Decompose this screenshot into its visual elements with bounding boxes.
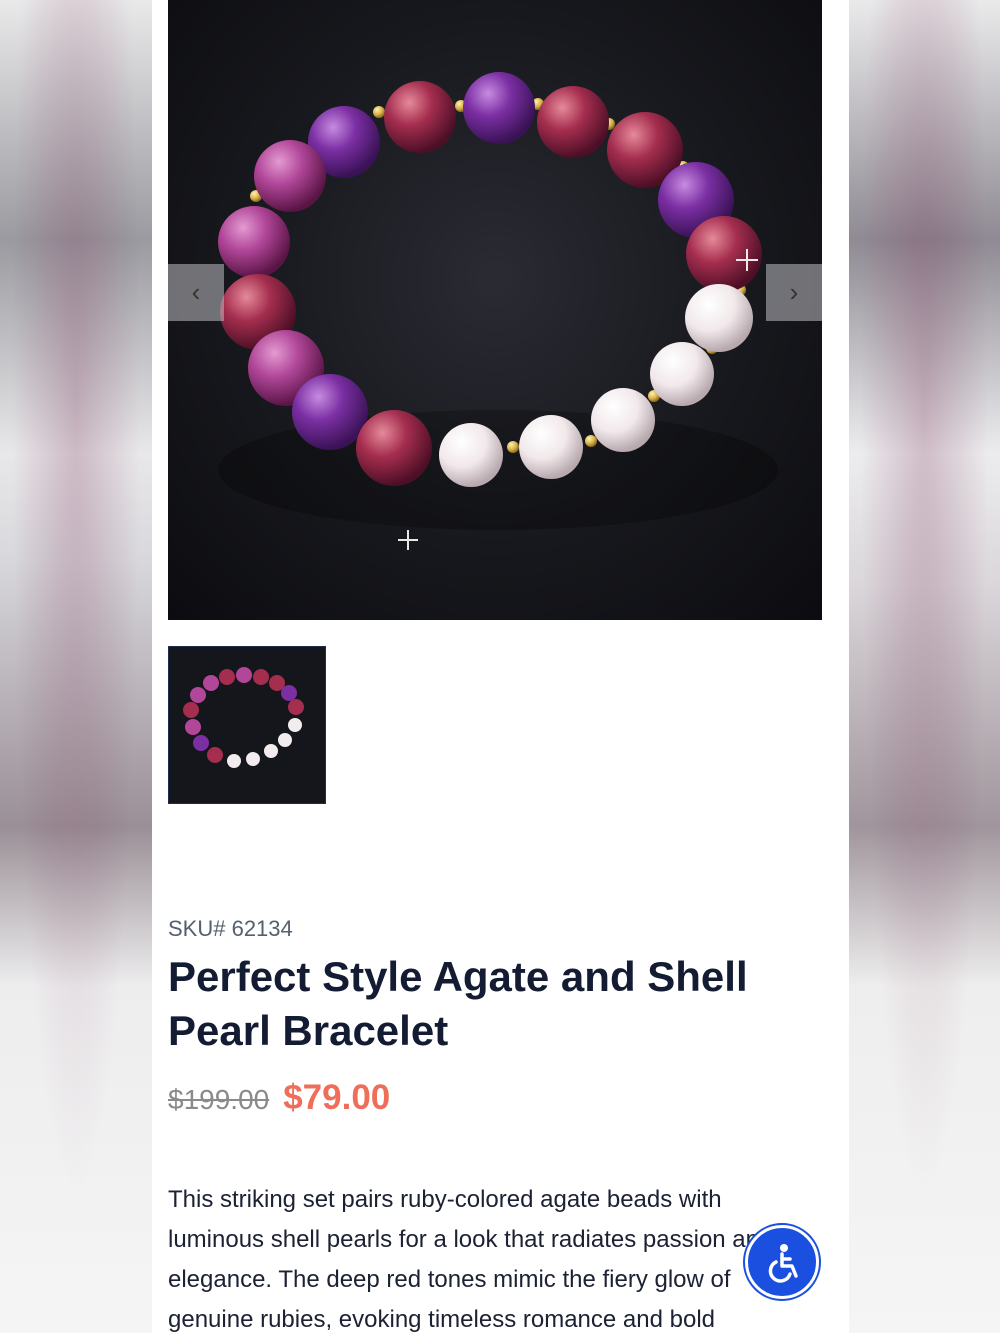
blurred-backdrop-left [0,0,152,1333]
chevron-left-icon: ‹ [191,277,201,307]
blurred-backdrop-right [849,0,1000,1333]
original-price: $199.00 [168,1084,270,1115]
product-image-main[interactable]: ‹ › [168,0,822,620]
chevron-right-icon: › [789,277,799,307]
product-thumbnail[interactable] [168,646,326,804]
price-row: $199.00 $79.00 [168,1078,390,1118]
gallery-next-button[interactable]: › [766,264,822,321]
product-description: This striking set pairs ruby-colored aga… [168,1186,773,1333]
accessibility-button[interactable] [745,1225,819,1299]
gallery-prev-button[interactable]: ‹ [168,264,224,321]
product-title: Perfect Style Agate and Shell Pearl Brac… [168,953,748,1054]
sale-price: $79.00 [283,1078,391,1117]
product-page: ‹ › SKU# 62134 Perfect Style Agate and S… [152,0,849,1333]
bracelet-image [218,72,778,550]
accessibility-icon [768,1244,798,1283]
thumbnail-bracelet-image [183,667,304,768]
product-sku: SKU# 62134 [168,916,293,941]
